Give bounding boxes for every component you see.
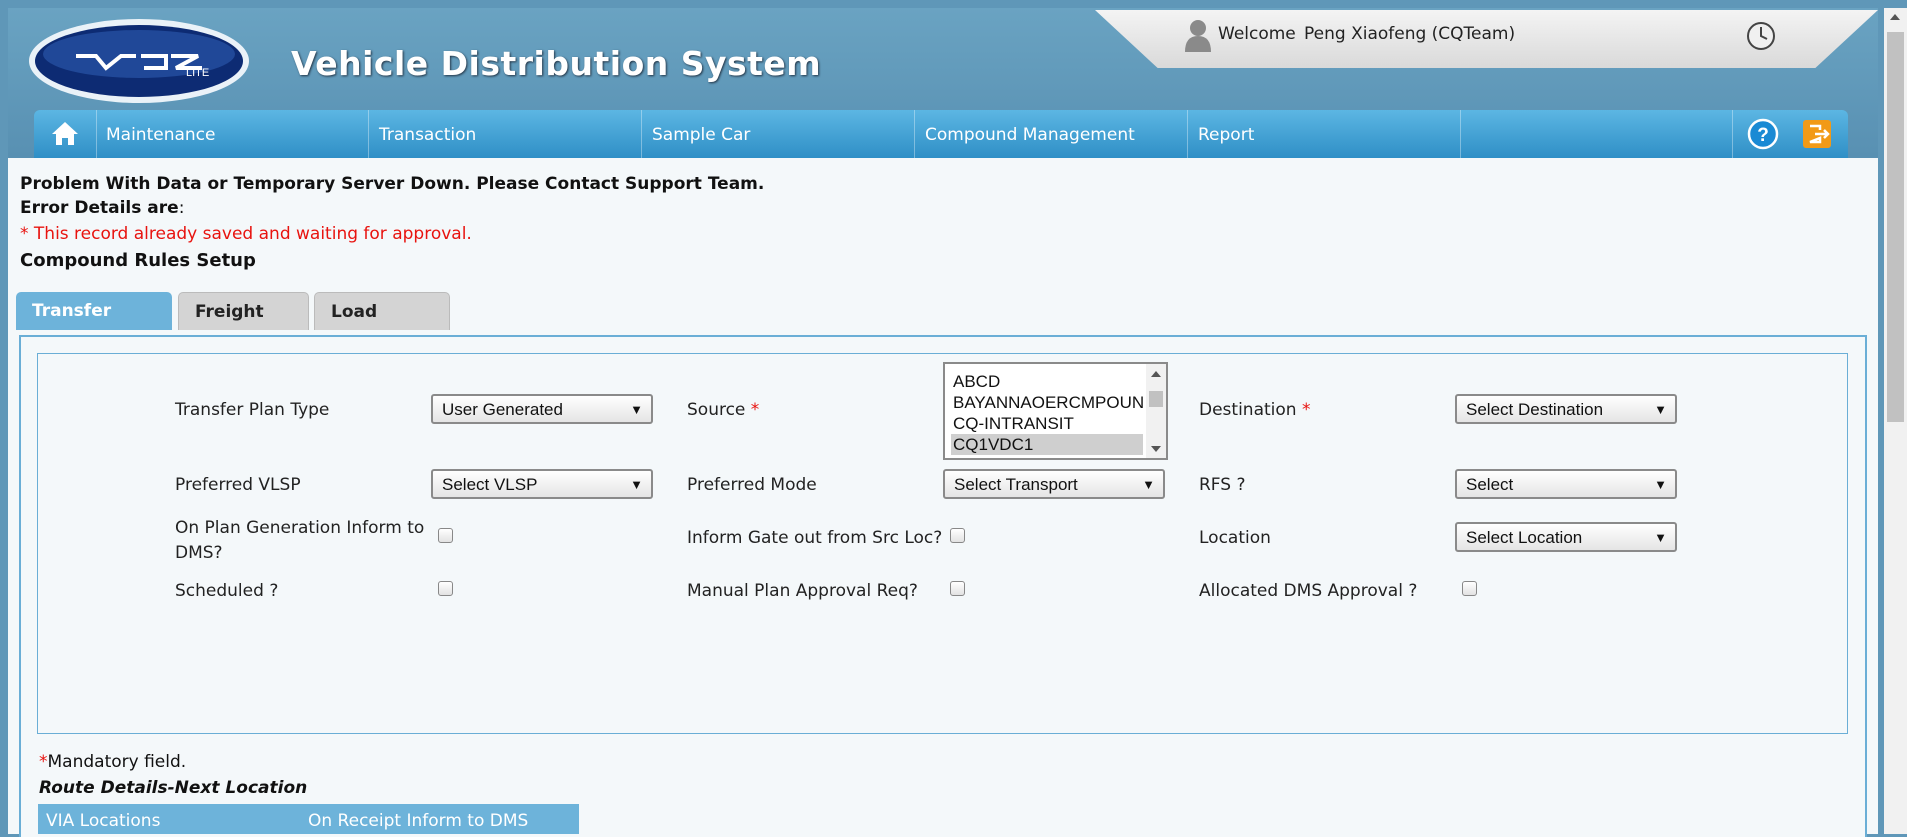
source-label-text: Source xyxy=(687,400,746,420)
plan-generation-label-line2: DMS? xyxy=(175,543,223,563)
tab-freight-cost[interactable]: Freight Cost xyxy=(178,292,309,360)
page-scrollbar[interactable] xyxy=(1884,8,1907,834)
source-listbox-scrollbar[interactable] xyxy=(1146,364,1166,458)
source-option[interactable]: ABCD xyxy=(951,371,1143,392)
nav-transaction[interactable]: Transaction xyxy=(369,110,642,158)
location-value: Select Location xyxy=(1466,528,1583,547)
dropdown-arrow-icon: ▼ xyxy=(1142,477,1155,492)
welcome-label: Welcome xyxy=(1218,24,1296,44)
home-icon xyxy=(52,122,78,145)
rfs-label: RFS ? xyxy=(1199,475,1246,495)
user-name: Peng Xiaofeng (CQTeam) xyxy=(1304,24,1516,44)
preferred-vlsp-value: Select VLSP xyxy=(442,475,538,494)
error-details-label: Error Details are xyxy=(20,198,179,218)
plan-generation-label-line1: On Plan Generation Inform to xyxy=(175,518,425,538)
vds-logo: LITE xyxy=(29,19,249,103)
mandatory-note: *Mandatory field. xyxy=(39,752,186,772)
help-icon[interactable]: ? xyxy=(1746,117,1780,151)
nav-spacer xyxy=(1461,110,1733,158)
allocated-dms-checkbox[interactable] xyxy=(1462,581,1477,596)
source-option[interactable]: CQ-INTRANSIT xyxy=(951,413,1143,434)
svg-text:LITE: LITE xyxy=(186,67,209,79)
scrollbar-thumb[interactable] xyxy=(1887,32,1904,422)
location-select[interactable]: Select Location ▼ xyxy=(1455,522,1677,552)
nav-compound-management[interactable]: Compound Management xyxy=(915,110,1188,158)
transfer-plan-type-label: Transfer Plan Type xyxy=(175,400,330,420)
plan-generation-checkbox[interactable] xyxy=(438,528,453,543)
main-nav: Maintenance Transaction Sample Car Compo… xyxy=(34,110,1848,158)
preferred-vlsp-select[interactable]: Select VLSP ▼ xyxy=(431,469,653,499)
scroll-up-icon[interactable] xyxy=(1890,14,1900,20)
error-detail-text: * This record already saved and waiting … xyxy=(20,224,472,244)
column-header-via-locations: VIA Locations xyxy=(46,811,161,831)
source-option-selected[interactable]: CQ1VDC1 xyxy=(951,434,1143,455)
error-message: Problem With Data or Temporary Server Do… xyxy=(20,174,765,194)
svg-text:?: ? xyxy=(1757,125,1769,146)
destination-select[interactable]: Select Destination ▼ xyxy=(1455,394,1677,424)
route-table-header: VIA Locations On Receipt Inform to DMS xyxy=(38,804,579,834)
transfer-plan-type-value: User Generated xyxy=(442,400,563,419)
preferred-mode-label: Preferred Mode xyxy=(687,475,817,495)
source-label: Source * xyxy=(687,400,759,420)
allocated-dms-label: Allocated DMS Approval ? xyxy=(1199,581,1418,601)
required-marker: * xyxy=(1301,400,1311,420)
mandatory-marker: * xyxy=(39,752,48,772)
destination-value: Select Destination xyxy=(1466,400,1604,419)
plan-generation-label: On Plan Generation Inform to DMS? xyxy=(175,516,424,566)
gate-out-checkbox[interactable] xyxy=(950,528,965,543)
exit-icon[interactable] xyxy=(1800,117,1834,151)
source-listbox[interactable]: ABCD BAYANNAOERCMPOUNI CQ-INTRANSIT CQ1V… xyxy=(943,362,1168,460)
error-details-colon: : xyxy=(178,198,185,218)
transfer-plan-type-select[interactable]: User Generated ▼ xyxy=(431,394,653,424)
dropdown-arrow-icon: ▼ xyxy=(630,402,643,417)
scheduled-checkbox[interactable] xyxy=(438,581,453,596)
scheduled-label: Scheduled ? xyxy=(175,581,279,601)
preferred-vlsp-label: Preferred VLSP xyxy=(175,475,301,495)
clock-icon[interactable] xyxy=(1745,20,1777,52)
manual-approval-label: Manual Plan Approval Req? xyxy=(687,581,918,601)
destination-label-text: Destination xyxy=(1199,400,1297,420)
dropdown-arrow-icon: ▼ xyxy=(1654,530,1667,545)
user-icon xyxy=(1185,20,1211,52)
dropdown-arrow-icon: ▼ xyxy=(1654,402,1667,417)
rfs-select[interactable]: Select ▼ xyxy=(1455,469,1677,499)
nav-report[interactable]: Report xyxy=(1188,110,1461,158)
error-details-heading: Error Details are: xyxy=(20,198,184,218)
rfs-value: Select xyxy=(1466,475,1514,494)
dropdown-arrow-icon: ▼ xyxy=(1654,477,1667,492)
gate-out-label: Inform Gate out from Src Loc? xyxy=(687,528,943,548)
destination-label: Destination * xyxy=(1199,400,1310,420)
column-header-receipt-inform: On Receipt Inform to DMS xyxy=(308,811,529,831)
nav-sample-car[interactable]: Sample Car xyxy=(642,110,915,158)
dropdown-arrow-icon: ▼ xyxy=(630,477,643,492)
scrollbar-arrows-icon xyxy=(1149,371,1163,452)
app-title: Vehicle Distribution System xyxy=(291,44,822,83)
source-option[interactable]: BAYANNAOERCMPOUNI xyxy=(951,392,1143,413)
tab-transfer-route[interactable]: Transfer Route xyxy=(16,292,172,359)
nav-maintenance[interactable]: Maintenance xyxy=(96,110,369,158)
preferred-mode-select[interactable]: Select Transport ▼ xyxy=(943,469,1165,499)
home-button[interactable] xyxy=(34,110,97,158)
mandatory-text: Mandatory field. xyxy=(47,752,187,772)
tab-load-priority[interactable]: Load Priority xyxy=(314,292,450,360)
required-marker: * xyxy=(750,400,760,420)
manual-approval-checkbox[interactable] xyxy=(950,581,965,596)
location-label: Location xyxy=(1199,528,1271,548)
page-title: Compound Rules Setup xyxy=(20,250,256,271)
preferred-mode-value: Select Transport xyxy=(954,475,1078,494)
route-details-title: Route Details-Next Location xyxy=(39,778,308,798)
